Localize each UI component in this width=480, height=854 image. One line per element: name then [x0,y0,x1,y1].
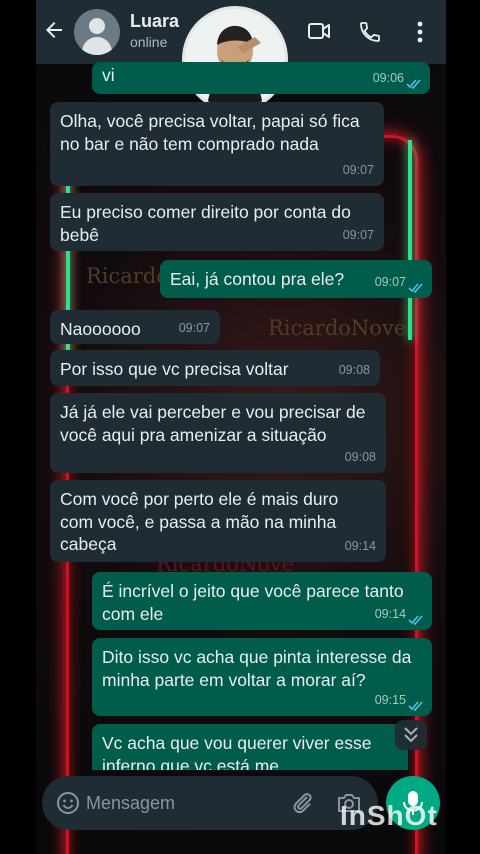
message-input[interactable] [86,786,286,820]
message-time: 09:14 [374,606,406,621]
message-time: 09:08 [344,449,376,464]
message-bubble-in[interactable]: Olha, você precisa voltar, papai só fica… [50,102,384,186]
read-ticks-icon [406,79,421,90]
read-ticks-icon [408,615,423,626]
back-arrow-icon[interactable] [42,18,68,44]
chat-screen: RicardoNove RicardoNove RicardoNove Luar… [36,0,446,854]
wallpaper-neon-green-right [408,140,412,340]
message-text: Eu preciso comer direito por conta do be… [60,202,351,245]
contact-avatar[interactable] [74,9,120,55]
message-time: 09:06 [372,70,404,85]
voice-call-icon[interactable] [358,20,382,44]
message-time: 09:14 [344,538,376,553]
contact-name[interactable]: Luara [130,11,179,32]
message-bubble-out[interactable]: Dito isso vc acha que pinta interesse da… [92,638,432,716]
scroll-down-button[interactable] [395,720,427,750]
message-time: 09:07 [342,227,374,242]
message-text: Por isso que vc precisa voltar [60,359,289,379]
message-time: 09:08 [338,362,370,377]
message-bubble-in[interactable]: Naoooooo 09:07 [50,310,220,344]
message-text: Naoooooo [60,319,141,339]
double-chevron-down-icon [404,727,418,743]
message-composer [42,776,378,830]
wallpaper-text: RicardoNove [268,316,407,340]
contact-status: online [130,34,168,50]
message-time: 09:07 [342,162,374,177]
message-bubble-in[interactable]: Com você por perto ele é mais duro com v… [50,480,386,562]
message-bubble-in[interactable]: Já já ele vai perceber e vou precisar de… [50,393,386,473]
message-bubble-in[interactable]: Eu preciso comer direito por conta do be… [50,193,384,251]
message-time: 09:15 [374,692,406,707]
message-text: Vc acha que vou querer viver esse infern… [102,733,372,770]
message-text: É incrível o jeito que você parece tanto… [102,581,404,624]
message-text: vi [102,65,115,85]
right-letterbox [446,0,480,854]
message-time: 09:07 [178,320,210,335]
read-ticks-icon [408,283,423,294]
message-bubble-out[interactable]: Vc acha que vou querer viver esse infern… [92,724,408,770]
more-options-icon[interactable] [416,20,424,44]
video-call-icon[interactable] [308,22,330,40]
attach-icon[interactable] [290,791,314,815]
read-ticks-icon [408,701,423,712]
left-letterbox [0,0,36,854]
message-bubble-in[interactable]: Por isso que vc precisa voltar 09:08 [50,350,380,386]
emoji-icon[interactable] [56,791,80,815]
message-bubble-out[interactable]: É incrível o jeito que você parece tanto… [92,572,432,630]
message-bubble-out[interactable]: vi 09:06 [92,62,430,94]
message-bubble-out[interactable]: Eai, já contou pra ele? 09:07 [160,260,432,298]
message-time: 09:07 [374,274,406,289]
message-text: Com você por perto ele é mais duro com v… [60,489,339,554]
message-text: Olha, você precisa voltar, papai só fica… [60,111,360,154]
message-text: Dito isso vc acha que pinta interesse da… [102,647,412,690]
message-text: Eai, já contou pra ele? [170,269,345,289]
app-watermark: InShOt [340,800,438,831]
profile-sticker [182,6,288,112]
message-text: Já já ele vai perceber e vou precisar de… [60,402,366,445]
